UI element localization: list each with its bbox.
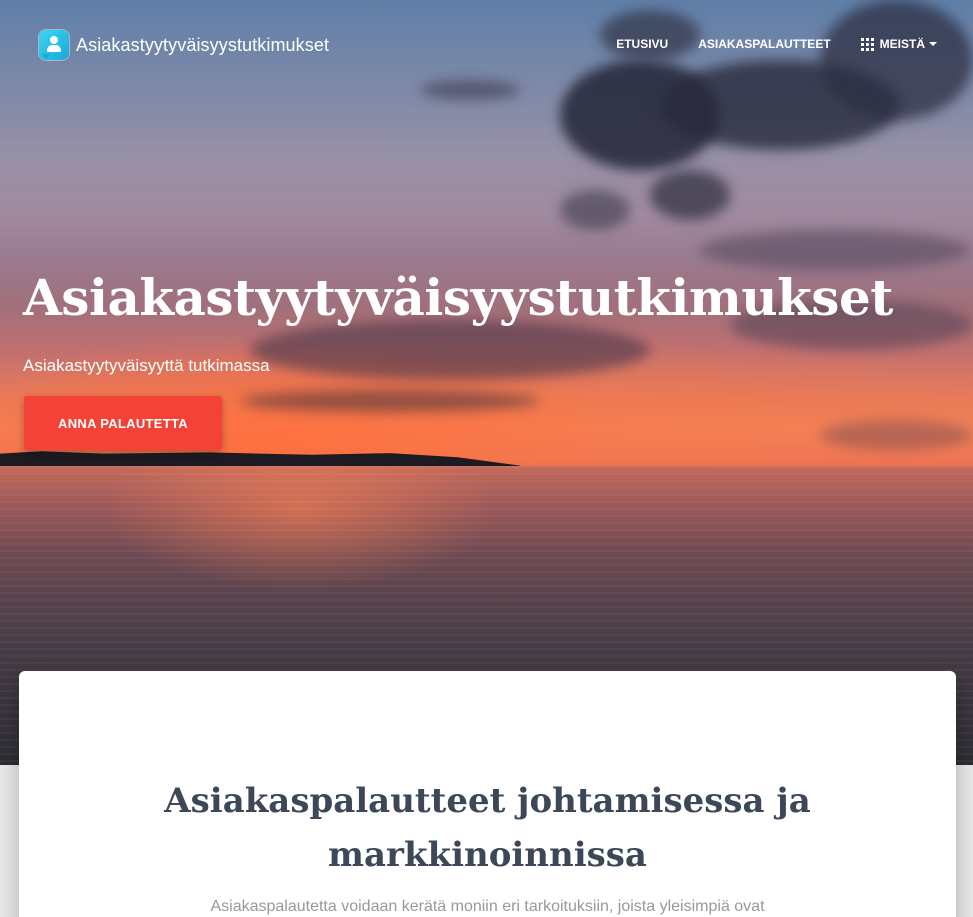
cloud xyxy=(700,230,970,270)
cloud xyxy=(560,190,630,230)
cloud xyxy=(820,420,973,450)
page: Asiakastyytyväisyystutkimukset ETUSIVU A… xyxy=(0,0,973,917)
nav-item-meista-dropdown[interactable]: MEISTÄ xyxy=(860,37,937,51)
navbar: Asiakastyytyväisyystutkimukset ETUSIVU A… xyxy=(0,0,973,90)
section-title: Asiakaspalautteet johtamisessa ja markki… xyxy=(164,781,811,875)
button-label: ANNA PALAUTETTA xyxy=(58,415,188,431)
cloud xyxy=(250,320,650,380)
nav-item-etusivu[interactable]: ETUSIVU xyxy=(616,37,668,51)
hero-subtitle: Asiakastyytyväisyyttä tutkimassa xyxy=(23,356,270,375)
hero-background xyxy=(0,0,973,765)
hero-title: Asiakastyytyväisyystutkimukset xyxy=(23,268,893,327)
nav-links: ETUSIVU ASIAKASPALAUTTEET MEISTÄ xyxy=(586,37,937,51)
caret-down-icon xyxy=(929,42,937,46)
nav-item-label: ASIAKASPALAUTTEET xyxy=(698,37,831,51)
section-text: Asiakaspalautetta voidaan kerätä moniin … xyxy=(210,898,765,915)
cloud xyxy=(650,170,730,220)
user-chat-icon xyxy=(39,30,69,60)
apps-grid-icon xyxy=(860,37,874,51)
cloud xyxy=(240,390,540,412)
nav-item-asiakaspalautteet[interactable]: ASIAKASPALAUTTEET xyxy=(698,37,830,51)
give-feedback-button[interactable]: ANNA PALAUTETTA xyxy=(24,396,222,450)
nav-item-label: MEISTÄ xyxy=(879,37,925,51)
nav-item-label: ETUSIVU xyxy=(616,37,669,51)
brand-link[interactable]: Asiakastyytyväisyystutkimukset xyxy=(39,30,329,60)
content-card: Asiakaspalautteet johtamisessa ja markki… xyxy=(19,671,956,917)
brand-name: Asiakastyytyväisyystutkimukset xyxy=(76,34,330,55)
